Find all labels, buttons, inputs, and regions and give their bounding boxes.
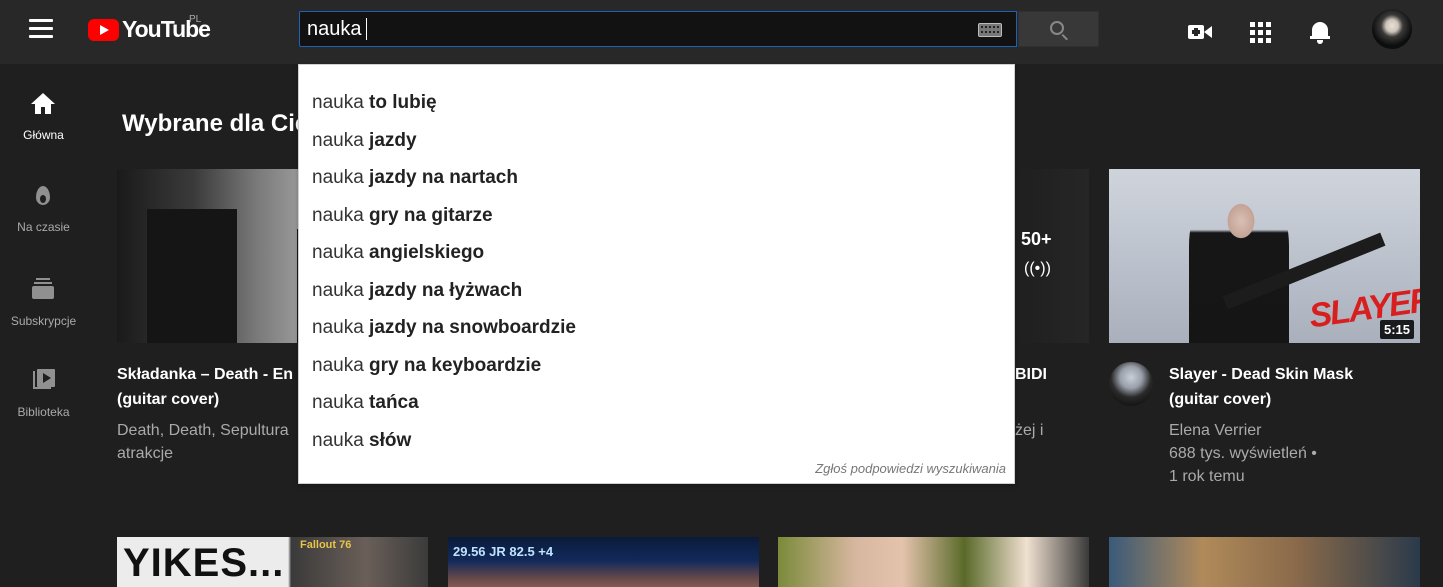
notifications-bell-icon[interactable]	[1304, 16, 1336, 48]
video-thumbnail[interactable]: YIKES... Fallout 76	[117, 537, 428, 587]
report-suggestions-link[interactable]: Zgłoś podpowiedzi wyszukiwania	[815, 461, 1006, 476]
logo-country-code: PL	[189, 14, 202, 25]
video-title-line: (guitar cover)	[117, 391, 220, 408]
sidebar-item-label: Biblioteka	[17, 405, 70, 419]
video-title[interactable]: BIDI	[1015, 362, 1047, 387]
search-suggestion-item[interactable]: nauka tańca	[299, 384, 1014, 421]
sidebar-item-trending[interactable]: Na czasie	[0, 170, 87, 250]
search-box	[299, 11, 1017, 47]
suggestion-completion: gry na keyboardzie	[363, 354, 542, 376]
suggestion-prefix: nauka	[312, 392, 364, 413]
video-thumbnail[interactable]: 29.56 JR 82.5 +4	[448, 537, 759, 587]
suggestion-prefix: nauka	[312, 354, 364, 376]
suggestion-completion: angielskiego	[363, 242, 485, 263]
suggestion-prefix: nauka	[312, 167, 364, 188]
video-title-line: (guitar cover)	[1169, 391, 1272, 408]
video-meta: żej i	[1015, 422, 1044, 439]
youtube-play-icon	[88, 19, 119, 41]
live-broadcast-icon: ((•))	[1024, 260, 1051, 277]
account-avatar[interactable]	[1372, 9, 1412, 49]
apps-grid-icon[interactable]	[1244, 16, 1276, 48]
live-viewers-count: 50+	[1021, 229, 1052, 249]
subscriptions-icon	[31, 277, 55, 301]
suggestion-prefix: nauka	[312, 279, 364, 301]
section-title: Wybrane dla Cie	[122, 110, 309, 137]
menu-icon[interactable]	[24, 19, 58, 45]
search-suggestion-item[interactable]: nauka gry na keyboardzie	[299, 347, 1014, 384]
search-button[interactable]	[1018, 11, 1099, 47]
channel-avatar[interactable]	[1109, 362, 1153, 406]
suggestion-completion: jazdy	[363, 129, 417, 151]
suggestion-prefix: nauka	[312, 129, 364, 151]
video-meta-line: Death, Death, Sepultura	[117, 422, 289, 439]
video-title[interactable]: Składanka – Death - En (guitar cover)	[117, 362, 317, 412]
thumbnail-ticker: 29.56 JR 82.5 +4	[453, 544, 554, 559]
search-suggestion-item[interactable]: nauka gry na gitarze	[299, 197, 1014, 234]
suggestion-completion: to lubię	[363, 92, 437, 113]
suggestion-completion: słów	[363, 429, 412, 451]
home-icon	[31, 92, 55, 116]
search-suggestion-item[interactable]: nauka jazdy na nartach	[299, 159, 1014, 196]
sidebar-item-label: Subskrypcje	[10, 314, 77, 328]
suggestion-prefix: nauka	[312, 242, 364, 263]
upload-age: 1 rok temu	[1169, 468, 1245, 485]
text-caret	[366, 18, 367, 40]
search-input[interactable]	[307, 16, 967, 42]
suggestion-completion: jazdy na łyżwach	[363, 279, 523, 301]
sidebar: Główna Na czasie Subskrypcje Biblioteka	[0, 64, 87, 587]
top-bar: YouTube PL	[0, 0, 1443, 64]
trending-icon	[31, 184, 55, 208]
search-suggestion-item[interactable]: nauka jazdy	[299, 122, 1014, 159]
thumbnail-badge: Fallout 76	[300, 539, 352, 551]
thumbnail-text: YIKES...	[123, 541, 285, 585]
search-suggestions-dropdown: Zgłoś podpowiedzi wyszukiwania nauka to …	[298, 64, 1015, 484]
suggestion-completion: gry na gitarze	[363, 204, 493, 226]
video-thumbnail[interactable]	[778, 537, 1089, 587]
create-video-icon[interactable]	[1184, 16, 1216, 48]
video-duration-badge: 5:15	[1379, 320, 1414, 339]
video-title[interactable]: Slayer - Dead Skin Mask (guitar cover)	[1169, 362, 1419, 412]
thumbnail-figure	[1189, 181, 1289, 343]
video-title-line: Slayer - Dead Skin Mask	[1169, 366, 1354, 383]
search-suggestion-item[interactable]: nauka jazdy na snowboardzie	[299, 309, 1014, 346]
video-meta: Elena Verrier 688 tys. wyświetleń • 1 ro…	[1169, 419, 1419, 488]
suggestion-prefix: nauka	[312, 204, 364, 226]
search-icon	[1050, 21, 1064, 35]
suggestion-prefix: nauka	[312, 317, 364, 338]
search-suggestion-item[interactable]: nauka słów	[299, 422, 1014, 459]
sidebar-item-label: Główna	[23, 128, 64, 142]
library-icon	[31, 369, 55, 393]
video-title-line: Składanka – Death - En	[117, 366, 294, 383]
suggestion-completion: tańca	[363, 392, 419, 413]
sidebar-item-home[interactable]: Główna	[0, 78, 87, 158]
video-meta: Death, Death, Sepultura atrakcje	[117, 419, 307, 465]
video-meta-line: atrakcje	[117, 445, 174, 462]
view-count: 688 tys. wyświetleń •	[1169, 445, 1317, 462]
suggestion-completion: jazdy na snowboardzie	[363, 317, 576, 338]
video-thumbnail[interactable]	[1109, 537, 1420, 587]
keyboard-icon[interactable]	[978, 23, 1002, 37]
search-suggestion-item[interactable]: nauka to lubię	[299, 84, 1014, 121]
sidebar-item-subscriptions[interactable]: Subskrypcje	[0, 263, 87, 343]
suggestion-prefix: nauka	[312, 429, 364, 451]
channel-name[interactable]: Elena Verrier	[1169, 419, 1419, 442]
suggestion-completion: jazdy na nartach	[363, 167, 518, 188]
sidebar-item-label: Na czasie	[17, 220, 70, 234]
suggestion-prefix: nauka	[312, 92, 364, 113]
video-thumbnail[interactable]: SLAYER 5:15	[1109, 169, 1420, 343]
sidebar-item-library[interactable]: Biblioteka	[0, 355, 87, 435]
search-suggestion-item[interactable]: nauka angielskiego	[299, 234, 1014, 271]
search-suggestion-item[interactable]: nauka jazdy na łyżwach	[299, 272, 1014, 309]
